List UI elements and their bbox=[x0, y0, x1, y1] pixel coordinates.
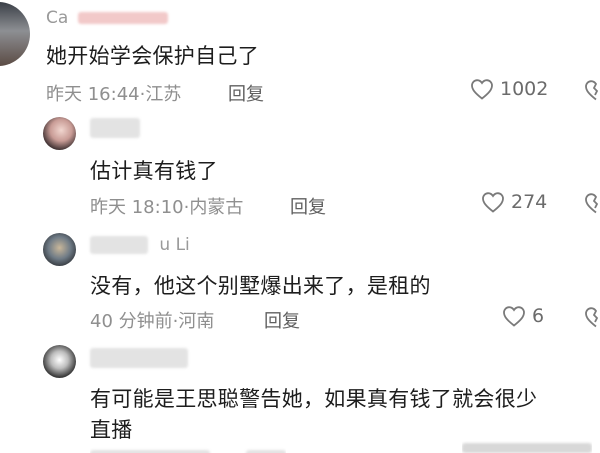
username[interactable] bbox=[90, 348, 188, 368]
heart-outline-icon bbox=[471, 79, 493, 100]
comment-time: 40 分钟前 bbox=[90, 311, 173, 332]
like-button[interactable]: 1002 bbox=[470, 78, 548, 100]
like-count: 1002 bbox=[500, 78, 549, 100]
reply-button[interactable]: 回复 bbox=[228, 80, 264, 106]
like-count: 274 bbox=[511, 191, 548, 213]
avatar[interactable] bbox=[0, 2, 30, 66]
comment-text: 有可能是王思聪警告她，如果真有钱了就会很少 bbox=[90, 387, 538, 411]
like-button[interactable]: 6 bbox=[502, 305, 544, 327]
comment-text: 她开始学会保护自己了 bbox=[46, 44, 259, 68]
broken-heart-icon bbox=[585, 193, 599, 214]
dislike-button[interactable] bbox=[584, 306, 600, 330]
dislike-button[interactable] bbox=[584, 192, 600, 216]
comment-location: 河南 bbox=[178, 311, 215, 332]
comment-meta: 昨天 16:44·江苏 bbox=[46, 84, 182, 105]
comment-text: 估计真有钱了 bbox=[90, 159, 218, 183]
heart-outline-icon bbox=[482, 192, 504, 213]
username[interactable]: Ca bbox=[46, 8, 168, 28]
username[interactable]: u Li bbox=[90, 235, 190, 255]
username[interactable] bbox=[90, 118, 140, 138]
comment-meta-cut bbox=[90, 446, 286, 453]
comment-text: 没有，他这个别墅爆出来了，是租的 bbox=[90, 274, 431, 298]
comment-time: 昨天 18:10 bbox=[90, 197, 184, 218]
reply-button[interactable]: 回复 bbox=[290, 193, 326, 219]
watermark bbox=[462, 441, 592, 453]
reply-button[interactable]: 回复 bbox=[264, 307, 300, 333]
dislike-button[interactable] bbox=[584, 79, 600, 103]
avatar[interactable] bbox=[43, 345, 76, 378]
comment-location: 江苏 bbox=[145, 84, 182, 105]
like-count: 6 bbox=[532, 305, 545, 327]
comment-time: 昨天 16:44 bbox=[46, 84, 140, 105]
broken-heart-icon bbox=[585, 80, 599, 101]
comment-meta: 昨天 18:10·内蒙古 bbox=[90, 197, 244, 218]
avatar[interactable] bbox=[43, 233, 76, 266]
like-button[interactable]: 274 bbox=[481, 191, 547, 213]
comment-text-continued: 直播 bbox=[90, 418, 133, 442]
comment-location: 内蒙古 bbox=[189, 197, 244, 218]
avatar[interactable] bbox=[43, 117, 76, 150]
heart-outline-icon bbox=[503, 306, 525, 327]
comment-meta: 40 分钟前·河南 bbox=[90, 311, 215, 332]
broken-heart-icon bbox=[585, 307, 599, 328]
